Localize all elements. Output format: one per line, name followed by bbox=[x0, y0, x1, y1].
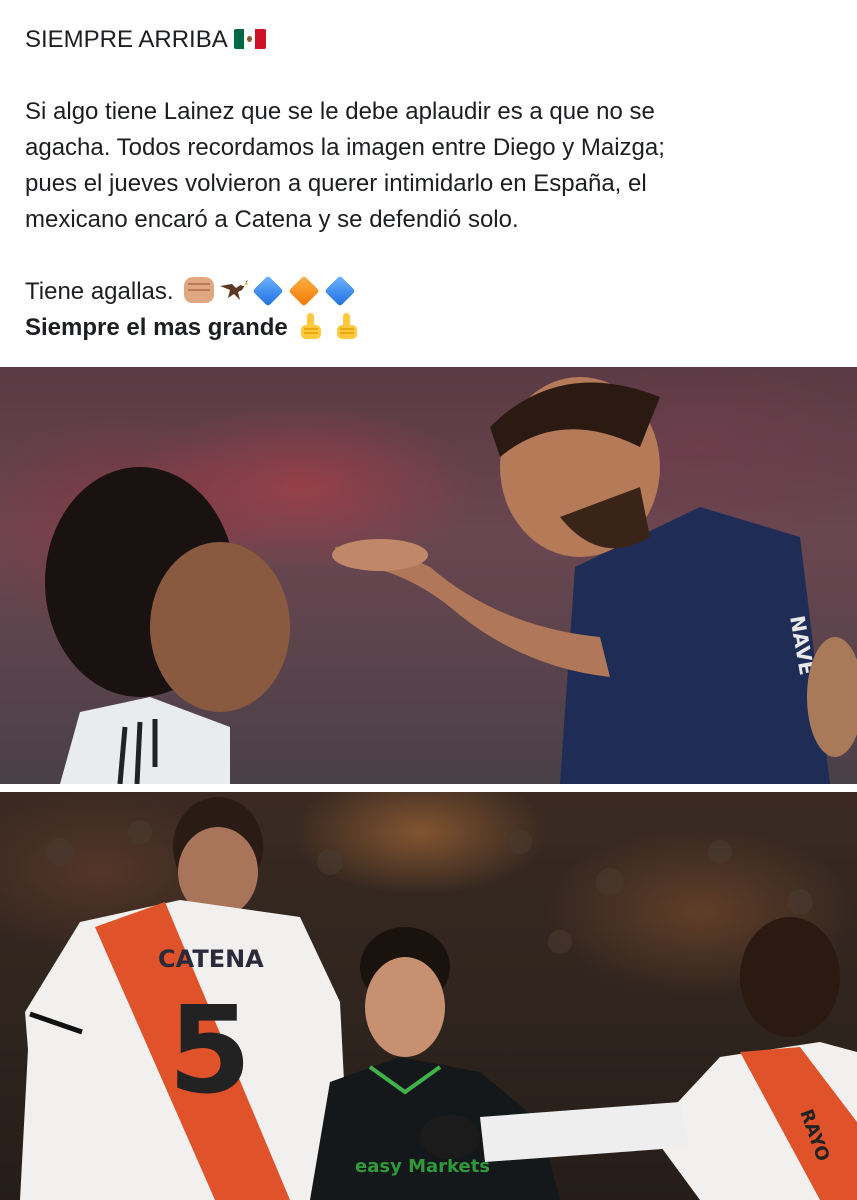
thumbs-up-icon bbox=[336, 313, 357, 339]
post-title: SIEMPRE ARRIBA bbox=[25, 26, 228, 53]
photo-top-illustration: NAVE bbox=[45, 377, 857, 784]
post-title-line: SIEMPRE ARRIBA bbox=[25, 22, 825, 58]
jersey-number: 5 bbox=[168, 982, 252, 1121]
thumbs-up-icon bbox=[300, 313, 321, 339]
jersey-name: CATENA bbox=[158, 945, 264, 973]
paragraph-line: mexicano encaró a Catena y se defendió s… bbox=[25, 206, 519, 233]
blue-diamond-icon bbox=[251, 275, 284, 307]
paragraph-line: pues el jueves volvieron a querer intimi… bbox=[25, 170, 647, 197]
orange-diamond-icon bbox=[287, 275, 320, 307]
blue-diamond-icon bbox=[323, 275, 356, 307]
post-text: SIEMPRE ARRIBA Si algo tiene Lainez que … bbox=[25, 22, 825, 346]
paragraph-line: Si algo tiene Lainez que se le debe apla… bbox=[25, 98, 655, 125]
closing-line: Tiene agallas. bbox=[25, 274, 825, 310]
paragraph-line: agacha. Todos recordamos la imagen entre… bbox=[25, 134, 665, 161]
closing-text: Tiene agallas. bbox=[25, 278, 174, 305]
fist-icon bbox=[183, 277, 214, 303]
mexico-flag-icon bbox=[233, 29, 266, 49]
photo-top[interactable]: NAVE bbox=[0, 367, 857, 784]
photo-bottom[interactable]: CATENA 5 easy Markets RAYO bbox=[0, 792, 857, 1200]
photo-bottom-illustration: CATENA 5 easy Markets RAYO bbox=[20, 797, 857, 1200]
bold-line: Siempre el mas grande bbox=[25, 310, 825, 346]
eagle-icon bbox=[219, 280, 249, 300]
bold-text: Siempre el mas grande bbox=[25, 314, 288, 341]
sponsor-text: easy Markets bbox=[355, 1156, 490, 1177]
